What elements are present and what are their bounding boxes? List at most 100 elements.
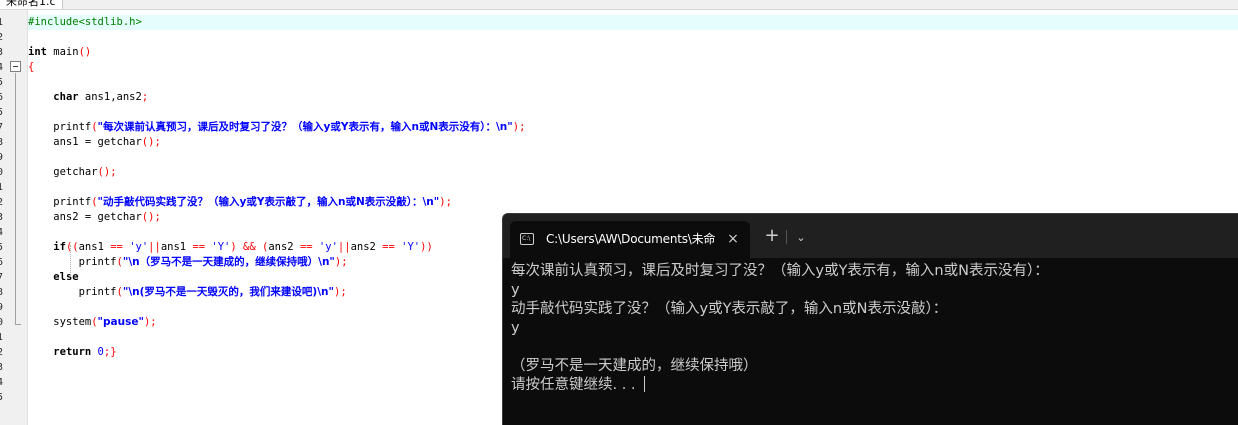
code-token: () (141, 211, 155, 223)
text-cursor (644, 376, 646, 392)
line-number: 9 (0, 152, 4, 163)
code-line[interactable] (28, 150, 1238, 165)
editor-tab-bar: 未命名1.c (0, 0, 1238, 10)
code-row: 5 (0, 105, 1238, 120)
code-token: ; (150, 316, 157, 328)
code-token: printf (28, 121, 92, 133)
code-row: 4{ (0, 60, 1238, 75)
code-token: ans1 = getchar (28, 136, 142, 148)
code-row: 2 (0, 30, 1238, 45)
code-token: == (110, 241, 123, 253)
code-token: ( (255, 241, 269, 253)
code-token: ; (519, 121, 526, 133)
terminal-line: 每次课前认真预习，课后及时复习了没？（输入y或Y表示有，输入n或N表示没有）： (511, 263, 1049, 279)
terminal-window[interactable]: C:\Users\AW\Documents\未命 × + ⌄ 每次课前认真预习，… (502, 213, 1238, 425)
code-token: () (141, 136, 155, 148)
line-number: 3 (0, 212, 4, 223)
code-token: == (382, 241, 395, 253)
terminal-tab-title: C:\Users\AW\Documents\未命 (546, 232, 716, 246)
code-row: 2 printf("动手敲代码实践了没？（输入y或Y表示敲了，输入n或N表示没敲… (0, 195, 1238, 210)
editor-tab[interactable]: 未命名1.c (0, 0, 63, 9)
line-number: 0 (0, 317, 4, 328)
code-token: ; (341, 256, 348, 268)
code-line[interactable]: #include<stdlib.h> (28, 15, 1238, 30)
terminal-line: y (511, 282, 520, 298)
code-token: ans2 (350, 241, 383, 253)
code-token: printf (28, 256, 117, 268)
console-icon (520, 233, 534, 245)
code-line[interactable]: printf("动手敲代码实践了没？（输入y或Y表示敲了，输入n或N表示没敲）：… (28, 195, 1238, 210)
indent-guide (70, 245, 71, 275)
code-token: ans1 (160, 241, 193, 253)
code-token: #include<stdlib.h> (28, 16, 142, 28)
code-row: 1 #include<stdlib.h> (0, 15, 1238, 30)
code-line[interactable]: getchar(); (28, 165, 1238, 180)
new-tab-icon[interactable]: + (761, 226, 783, 248)
line-number: 3 (0, 47, 4, 58)
code-line[interactable] (28, 75, 1238, 90)
code-line[interactable] (28, 105, 1238, 120)
line-number: 3 (0, 362, 4, 373)
code-token: "每次课前认真预习，课后及时复习了没？（输入y或Y表示有，输入n或N表示没有）：… (97, 121, 513, 133)
code-row: 6 char ans1,ans2; (0, 90, 1238, 105)
code-token: 'y' (312, 241, 338, 253)
code-token: 'Y' (205, 241, 231, 253)
line-number: 5 (0, 242, 4, 253)
code-token: ; (141, 91, 149, 103)
code-token: ; (445, 196, 452, 208)
code-token: main (46, 46, 79, 58)
line-number: 6 (0, 92, 4, 103)
code-token: 'y' (122, 241, 149, 253)
line-number: 2 (0, 197, 4, 208)
line-number: 8 (0, 137, 4, 148)
line-number: 8 (0, 287, 4, 298)
code-line[interactable]: ans1 = getchar(); (28, 135, 1238, 150)
code-line[interactable] (28, 180, 1238, 195)
close-icon[interactable]: × (723, 229, 743, 249)
code-line[interactable]: { (28, 60, 1238, 75)
code-row: 5 (0, 75, 1238, 90)
code-token: "\n（罗马不是一天建成的，继续保持哦）\n" (122, 256, 335, 268)
code-token: || (337, 241, 351, 253)
code-token: ; (110, 166, 117, 178)
code-row: 1 (0, 180, 1238, 195)
line-number: 4 (0, 227, 4, 238)
code-token: || (148, 241, 161, 253)
code-token: int (28, 46, 47, 58)
code-token: ; (340, 286, 347, 298)
code-token: ans2 = getchar (28, 211, 142, 223)
line-number: 1 (0, 17, 4, 28)
chevron-down-icon[interactable]: ⌄ (791, 228, 811, 248)
line-number: 1 (0, 182, 4, 193)
terminal-prompt-text: 请按任意键继续. . . (511, 377, 641, 393)
code-token: ; (154, 136, 161, 148)
terminal-output[interactable]: 每次课前认真预习，课后及时复习了没？（输入y或Y表示有，输入n或N表示没有）： … (511, 262, 1231, 395)
line-number: 4 (0, 62, 4, 73)
code-token: char (53, 91, 79, 103)
terminal-tab[interactable]: C:\Users\AW\Documents\未命 × (510, 221, 750, 258)
code-token: getchar (28, 166, 98, 178)
code-row: 9 (0, 150, 1238, 165)
code-row: 0 getchar(); (0, 165, 1238, 180)
terminal-line: 动手敲代码实践了没？（输入y或Y表示敲了，输入n或N表示没敲）： (511, 301, 948, 317)
line-number: 6 (0, 257, 4, 268)
code-token: ans2 (268, 241, 300, 253)
fold-toggle-icon[interactable] (10, 61, 21, 72)
code-token: == (299, 241, 313, 253)
code-line[interactable]: char ans1,ans2; (28, 90, 1238, 105)
code-token: (( (65, 241, 79, 253)
code-line[interactable]: printf("每次课前认真预习，课后及时复习了没？（输入y或Y表示有，输入n或… (28, 120, 1238, 135)
code-token: )) (420, 241, 433, 253)
code-row: 8 ans1 = getchar(); (0, 135, 1238, 150)
code-token: 'Y' (394, 241, 421, 253)
code-token: () (97, 166, 111, 178)
line-number: 7 (0, 272, 4, 283)
code-line[interactable] (28, 30, 1238, 45)
code-token: return (53, 346, 92, 358)
code-line[interactable]: int main() (28, 45, 1238, 60)
code-token: printf (28, 286, 117, 298)
code-token: if (53, 241, 66, 253)
line-number: 9 (0, 302, 4, 313)
